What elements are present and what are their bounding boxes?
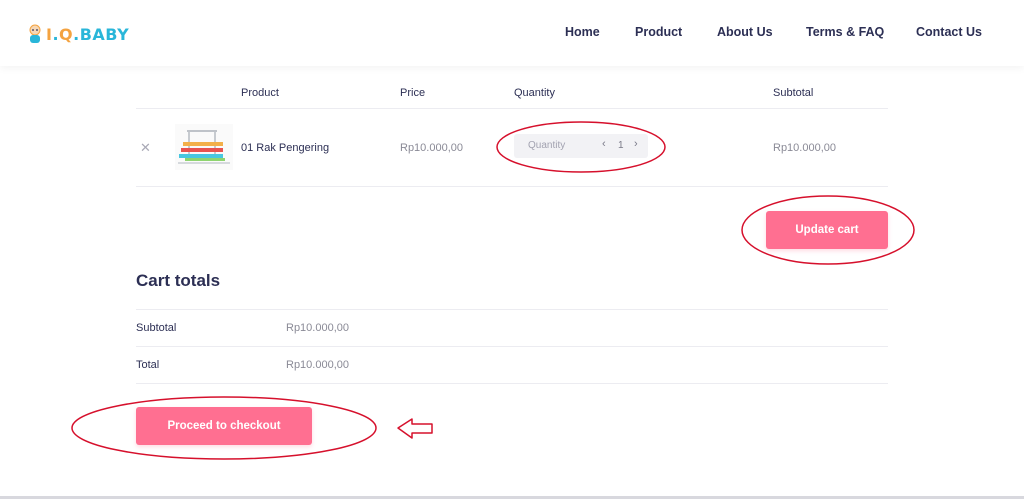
divider <box>136 309 888 310</box>
nav-product[interactable]: Product <box>635 25 682 39</box>
header-product: Product <box>241 87 279 99</box>
header-subtotal: Subtotal <box>773 87 814 99</box>
quantity-placeholder: Quantity <box>528 140 566 151</box>
logo-text: I.Q.BABY <box>46 24 130 44</box>
quantity-stepper[interactable]: Quantity ‹ 1 › <box>514 134 648 158</box>
update-cart-button[interactable]: Update cart <box>766 211 888 249</box>
nav-home[interactable]: Home <box>565 25 600 39</box>
nav-terms-faq[interactable]: Terms & FAQ <box>806 25 884 39</box>
product-thumbnail[interactable] <box>175 124 233 170</box>
product-price: Rp10.000,00 <box>400 142 463 154</box>
divider <box>136 346 888 347</box>
divider <box>136 383 888 384</box>
product-subtotal: Rp10.000,00 <box>773 142 836 154</box>
nav-about-us[interactable]: About Us <box>717 25 773 39</box>
site-header: I.Q.BABY Home Product About Us Terms & F… <box>0 0 1024 66</box>
arrow-pointing-left <box>397 418 433 439</box>
totals-total-label: Total <box>136 359 160 371</box>
nav-contact-us[interactable]: Contact Us <box>916 25 982 39</box>
chevron-left-icon[interactable]: ‹ <box>602 138 606 150</box>
quantity-value[interactable]: 1 <box>618 140 624 151</box>
totals-total-value: Rp10.000,00 <box>286 359 349 371</box>
product-name[interactable]: 01 Rak Pengering <box>241 142 329 154</box>
close-icon[interactable]: ✕ <box>140 140 151 156</box>
divider <box>136 108 888 109</box>
chevron-right-icon[interactable]: › <box>634 138 638 150</box>
proceed-to-checkout-button[interactable]: Proceed to checkout <box>136 407 312 445</box>
totals-subtotal-label: Subtotal <box>136 322 177 334</box>
cart-totals-title: Cart totals <box>136 271 221 290</box>
site-logo[interactable]: I.Q.BABY <box>28 22 129 46</box>
divider <box>136 186 888 187</box>
baby-logo-icon <box>28 24 42 44</box>
totals-subtotal-value: Rp10.000,00 <box>286 322 349 334</box>
header-price: Price <box>400 87 426 99</box>
header-quantity: Quantity <box>514 87 555 99</box>
